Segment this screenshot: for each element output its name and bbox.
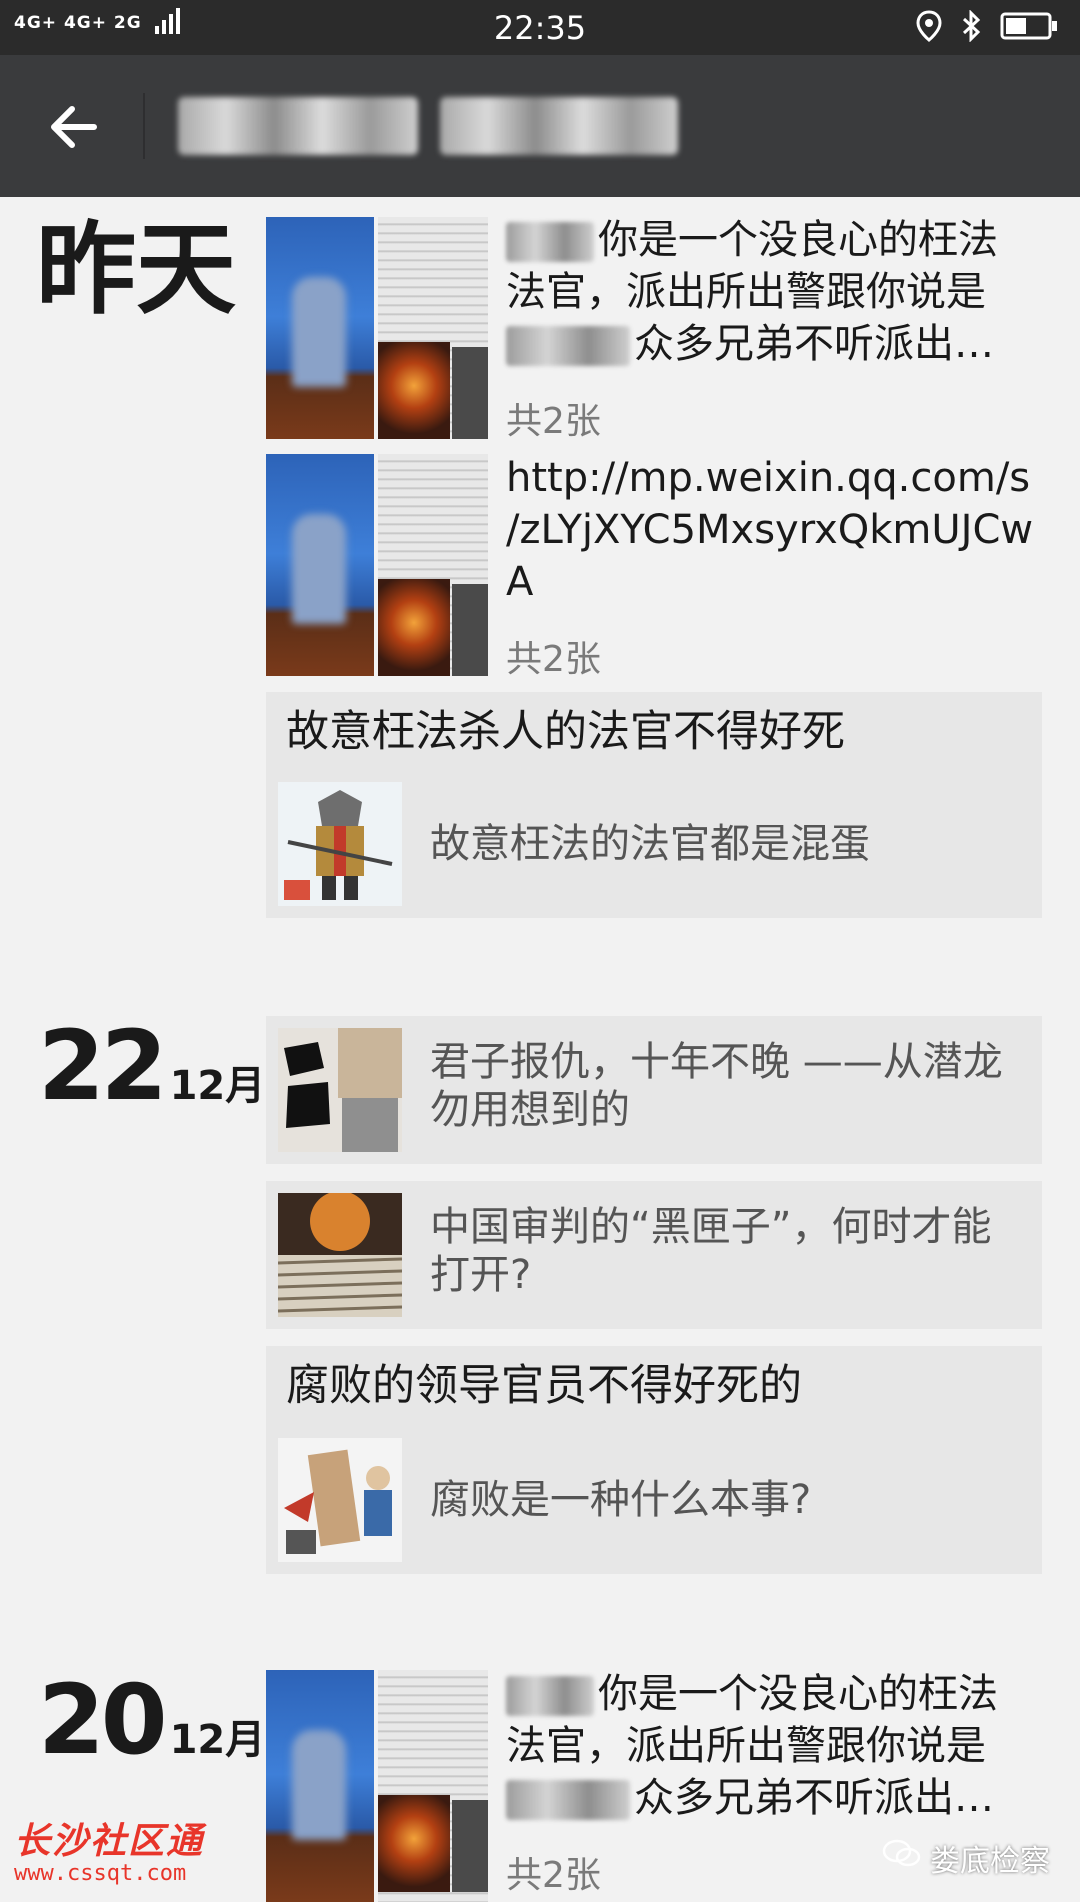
- post-text-line: 法官，派出所出警跟你说是: [506, 1723, 986, 1769]
- location-icon: [916, 10, 942, 46]
- blurred-title: [178, 97, 418, 155]
- back-arrow-icon[interactable]: [44, 97, 104, 157]
- article-thumbnail: [278, 782, 402, 906]
- post-image-thumbnail[interactable]: [266, 454, 488, 676]
- article-card[interactable]: 腐败的领导官员不得好死的 腐败是一种什么本事?: [266, 1346, 1042, 1574]
- article-card-title: 中国审判的“黑匣子”，何时才能 打开?: [430, 1203, 1030, 1299]
- date-month: 12月: [169, 1717, 266, 1763]
- post-text[interactable]: 你是一个没良心的枉法 法官，派出所出警跟你说是 众多兄弟不听派出…: [506, 214, 1046, 370]
- article-card-title: 故意枉法杀人的法官不得好死: [286, 707, 845, 757]
- battery-icon: [1000, 12, 1058, 44]
- article-thumbnail: [278, 1438, 402, 1562]
- date-label: 昨天: [36, 211, 236, 328]
- article-card[interactable]: 中国审判的“黑匣子”，何时才能 打开?: [266, 1181, 1042, 1329]
- date-label: 22 12月: [38, 1018, 265, 1134]
- post-text-line: A: [506, 559, 534, 605]
- post-text-line: 法官，派出所出警跟你说是: [506, 269, 986, 315]
- date-month: 12月: [169, 1063, 266, 1109]
- article-card-title: 腐败的领导官员不得好死的: [286, 1361, 802, 1411]
- wechat-icon: [882, 1838, 922, 1878]
- card-title-line: 中国审判的“黑匣子”，何时才能: [430, 1204, 992, 1250]
- post-text-line: /zLYjXYC5MxsyrxQkmUJCw: [506, 507, 1034, 553]
- post-text-line: 众多兄弟不听派出…: [634, 321, 994, 367]
- post-text-line: 你是一个没良心的枉法: [598, 1671, 998, 1717]
- article-card[interactable]: 故意枉法杀人的法官不得好死 故意枉法的法官都是混蛋: [266, 692, 1042, 918]
- date-day: 22: [38, 1010, 168, 1122]
- status-bar: 4G+ 4G+ 2G 22:35: [0, 0, 1080, 55]
- post-text[interactable]: 你是一个没良心的枉法 法官，派出所出警跟你说是 众多兄弟不听派出…: [506, 1668, 1046, 1824]
- article-thumbnail: [278, 1028, 402, 1152]
- watermark-logo: 长沙社区通 www.cssqt.com: [14, 1822, 204, 1886]
- post-image-thumbnail[interactable]: [266, 217, 488, 439]
- article-card-title: 君子报仇，十年不晚 ——从潜龙 勿用想到的: [430, 1038, 1030, 1134]
- article-card[interactable]: 君子报仇，十年不晚 ——从潜龙 勿用想到的: [266, 1016, 1042, 1164]
- image-count: 共2张: [506, 639, 601, 680]
- image-count: 共2张: [506, 401, 601, 442]
- image-count: 共2张: [506, 1855, 601, 1896]
- card-title-line: 打开?: [430, 1252, 532, 1298]
- post-text-line: 你是一个没良心的枉法: [598, 217, 998, 263]
- bluetooth-icon: [960, 9, 982, 46]
- watermark-title: 长沙社区通: [14, 1821, 205, 1862]
- date-day: 20: [38, 1664, 168, 1776]
- post-link-text[interactable]: http://mp.weixin.qq.com/s /zLYjXYC5Mxsyr…: [506, 452, 1046, 608]
- article-card-summary: 故意枉法的法官都是混蛋: [430, 821, 870, 867]
- watermark-url: www.cssqt.com: [14, 1861, 187, 1886]
- article-thumbnail: [278, 1193, 402, 1317]
- watermark-account-name: 娄底检察: [930, 1844, 1050, 1879]
- post-text-line: http://mp.weixin.qq.com/s: [506, 455, 1031, 501]
- card-title-line: 勿用想到的: [430, 1087, 630, 1133]
- card-title-line: 君子报仇，十年不晚 ——从潜龙: [430, 1039, 1003, 1085]
- post-text-line: 众多兄弟不听派出…: [634, 1775, 994, 1821]
- watermark-account: 娄底检察: [882, 1836, 1050, 1880]
- date-label: 20 12月: [38, 1672, 265, 1788]
- blurred-title: [440, 97, 678, 155]
- header-divider: [143, 93, 145, 159]
- post-image-thumbnail[interactable]: [266, 1670, 488, 1902]
- article-card-summary: 腐败是一种什么本事?: [430, 1477, 812, 1523]
- top-bar: [0, 55, 1080, 197]
